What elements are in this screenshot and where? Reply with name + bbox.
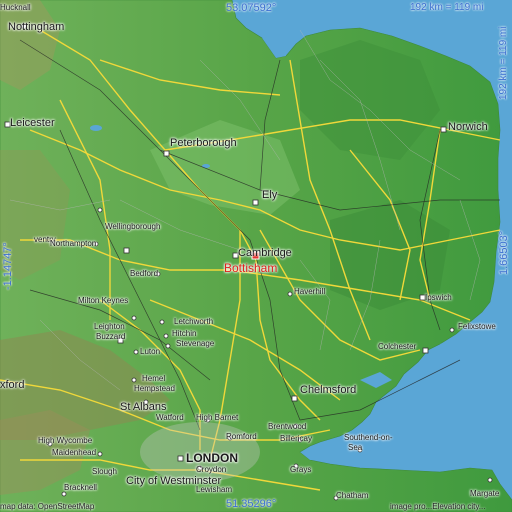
label-oxford: xford	[0, 379, 25, 391]
label-lewisham: Lewisham	[196, 485, 233, 494]
label-letchworth: Letchworth	[174, 317, 214, 326]
label-hempstead: Hempstead	[134, 384, 175, 393]
label-felixstowe: Felixstowe	[458, 322, 496, 331]
label-ely: Ely	[262, 189, 278, 201]
label-watford: Watford	[156, 413, 184, 422]
label-southend: Southend-on-	[344, 433, 393, 442]
label-margate: Margate	[470, 489, 500, 498]
label-billericay: Billericay	[280, 434, 313, 443]
label-milton-keynes: Milton Keynes	[78, 296, 129, 305]
label-leighton: Leighton	[94, 322, 125, 331]
label-romford: Romford	[226, 432, 257, 441]
label-bottisham[interactable]: Bottisham	[224, 261, 277, 275]
attribution-right: image pro...Elevation city...	[390, 502, 486, 511]
label-peterborough: Peterborough	[170, 137, 237, 149]
label-northampton: Northampton	[50, 239, 97, 248]
label-slough: Slough	[92, 467, 117, 476]
right-longitude: 1.66503°	[498, 230, 510, 275]
label-buzzard: Buzzard	[96, 332, 126, 341]
label-london: LONDON	[186, 451, 238, 465]
label-stevenage: Stevenage	[176, 339, 215, 348]
label-croydon: Croydon	[196, 465, 227, 474]
attribution-left: map data: OpenStreetMap	[0, 502, 95, 511]
label-grays: Grays	[290, 465, 312, 474]
label-cambridge: Cambridge	[238, 247, 292, 259]
label-bedford: Bedford	[130, 269, 159, 278]
top-latitude: 53.07592°	[226, 2, 277, 14]
label-hemel: Hemel	[142, 374, 166, 383]
label-wellingborough: Wellingborough	[105, 222, 161, 231]
label-haverhill: Haverhill	[294, 287, 326, 296]
label-leicester: Leicester	[10, 117, 55, 129]
label-hucknall: Hucknall	[0, 3, 31, 12]
label-luton: Luton	[140, 347, 161, 356]
scale-vertical: 192 km = 119 mi	[498, 26, 509, 100]
label-southend-sea: Sea	[348, 443, 363, 452]
bottom-latitude: 51.35296°	[226, 498, 277, 510]
left-longitude: -1.14747°	[2, 242, 14, 290]
label-norwich: Norwich	[448, 121, 488, 133]
label-bracknell: Bracknell	[64, 483, 97, 492]
label-high-wycombe: High Wycombe	[38, 436, 93, 445]
label-chatham: Chatham	[336, 491, 369, 500]
label-nottingham: Nottingham	[8, 21, 65, 33]
label-ipswich: Ipswich	[425, 293, 452, 302]
label-colchester: Colchester	[378, 342, 417, 351]
label-brentwood: Brentwood	[268, 422, 307, 431]
label-maidenhead: Maidenhead	[52, 448, 97, 457]
label-hitchin: Hitchin	[172, 329, 197, 338]
label-st-albans: St Albans	[120, 401, 167, 413]
map-canvas[interactable]: 53.07592° 51.35296° -1.14747° 1.66503° 1…	[0, 0, 512, 512]
label-high-barnet: High Barnet	[196, 413, 239, 422]
label-chelmsford: Chelmsford	[300, 384, 357, 396]
scale-horizontal: 192 km = 119 mi	[410, 2, 484, 13]
